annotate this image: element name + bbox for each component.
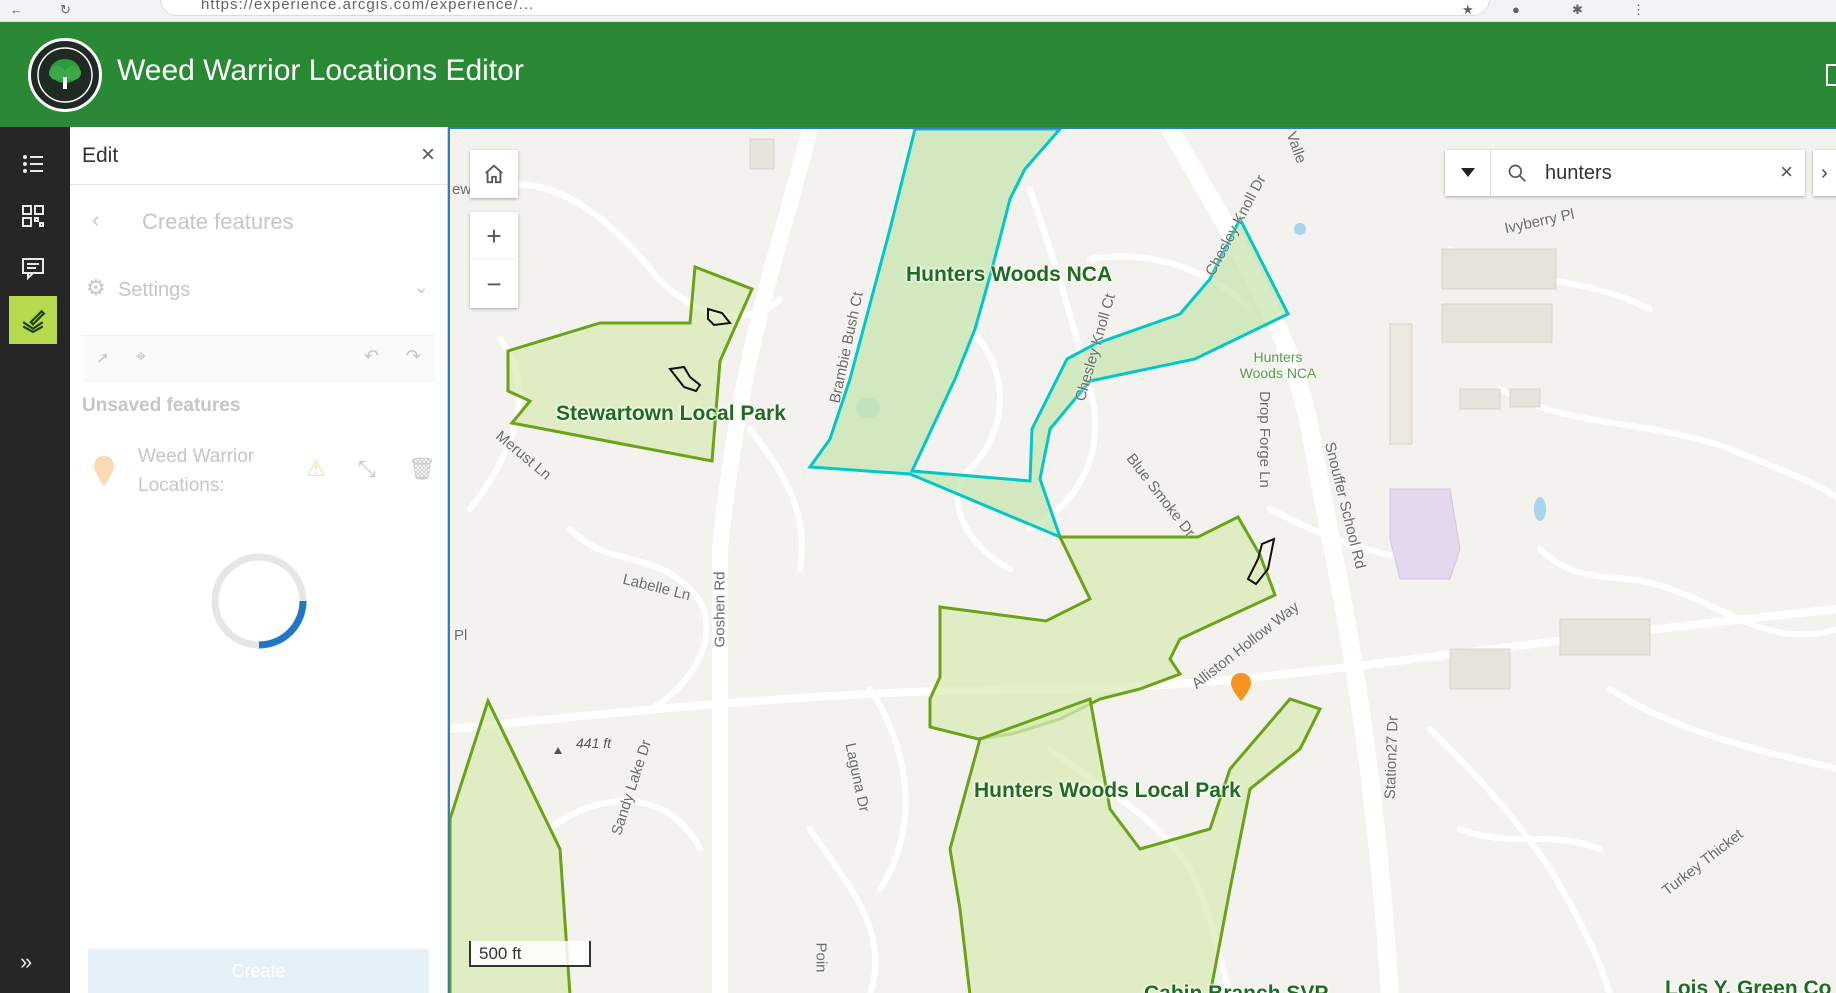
caret-down-icon <box>1460 168 1475 177</box>
panel-title: Edit <box>82 144 119 167</box>
back-chevron-icon[interactable]: ‹ <box>92 207 99 233</box>
chevron-down-icon: ⌄ <box>413 277 429 297</box>
unsaved-feature-item[interactable]: Weed Warrior Locations: ⚠ ⤡ 🗑 <box>82 442 436 512</box>
profile-icon[interactable]: ● <box>1512 2 1520 17</box>
home-button[interactable] <box>470 150 518 198</box>
address-text: https://experience.arcgis.com/experience… <box>201 0 535 13</box>
close-icon[interactable]: × <box>421 141 435 169</box>
settings-label: Settings <box>118 279 191 301</box>
loading-spinner <box>211 553 307 649</box>
zoom-to-icon[interactable]: ⤡ <box>358 456 376 482</box>
zoom-out-button[interactable]: − <box>470 260 518 308</box>
search-source-dropdown[interactable] <box>1445 150 1491 196</box>
label-lois-y-green: Lois Y. Green Co <box>1665 977 1832 993</box>
edit-panel: Edit × ‹ Create features ⚙ Settings ⌄ ➚ … <box>70 127 448 993</box>
search-submit-button[interactable]: › <box>1813 150 1836 196</box>
scale-bar-label: 500 ft <box>479 944 522 963</box>
edit-pencil-icon <box>22 309 46 333</box>
qr-grid-icon <box>22 205 44 227</box>
street-ew: ew <box>452 181 472 198</box>
clear-search-icon[interactable]: × <box>1780 159 1793 185</box>
label-cabin-branch: Cabin Branch SVP <box>1144 982 1328 993</box>
header-overflow-icon[interactable] <box>1826 64 1836 86</box>
edit-toolbar: ➚ ⌖ ↶ ↷ <box>82 335 435 381</box>
qr-grid-button[interactable] <box>9 192 57 240</box>
address-bar[interactable]: https://experience.arcgis.com/experience… <box>160 0 1490 16</box>
warning-icon: ⚠ <box>306 456 326 481</box>
extensions-icon[interactable]: ✱ <box>1572 2 1583 18</box>
search-input[interactable] <box>1545 162 1745 185</box>
label-stewartown-local-park: Stewartown Local Park <box>556 402 786 425</box>
back-icon[interactable]: ← <box>10 2 23 17</box>
create-button[interactable]: Create <box>88 949 429 993</box>
gear-icon: ⚙ <box>86 275 106 300</box>
unsaved-features-heading: Unsaved features <box>82 395 241 416</box>
label-hunters-woods-local-park: Hunters Woods Local Park <box>974 779 1241 802</box>
edit-button[interactable] <box>9 296 57 344</box>
action-bar: » <box>0 127 70 993</box>
scale-bar: 500 ft <box>469 941 591 967</box>
app-title: Weed Warrior Locations Editor <box>117 54 524 87</box>
zoom-in-button[interactable]: + <box>470 212 518 260</box>
map-view[interactable]: Hunters Woods NCA Stewartown Local Park … <box>448 127 1836 993</box>
browser-toolbar: ← ↻ https://experience.arcgis.com/experi… <box>0 0 1836 22</box>
montgomery-parks-logo <box>28 38 102 112</box>
spot-height-label: 441 ft <box>576 735 612 751</box>
plus-icon: + <box>486 220 502 251</box>
layer-list-icon <box>23 155 43 173</box>
street-station27-dr: Station27 Dr <box>1381 715 1402 800</box>
search-icon <box>1508 164 1526 182</box>
layer-list-button[interactable] <box>9 140 57 188</box>
create-features-header: ‹ Create features <box>82 207 435 237</box>
expand-actionbar-icon[interactable]: » <box>20 949 32 975</box>
redo-icon[interactable]: ↷ <box>406 346 421 367</box>
home-icon <box>485 164 503 184</box>
street-pl: Pl <box>454 627 468 644</box>
undo-icon[interactable]: ↶ <box>364 346 379 367</box>
feature-layer-label: Weed Warrior Locations: <box>138 446 255 496</box>
reload-icon[interactable]: ↻ <box>60 2 71 18</box>
trash-icon[interactable]: 🗑 <box>408 456 436 482</box>
point-marker-icon[interactable]: ⌖ <box>136 346 146 367</box>
school-building <box>1389 488 1461 580</box>
chat-button[interactable] <box>9 244 57 292</box>
menu-icon[interactable]: ⋮ <box>1632 2 1645 18</box>
street-drop-forge-ln: Drop Forge Ln <box>1255 391 1273 488</box>
marker-pin-icon <box>94 456 114 486</box>
minus-icon: − <box>486 268 502 299</box>
label-hunters-woods-nca: Hunters Woods NCA <box>906 263 1113 286</box>
street-goshen-rd: Goshen Rd <box>711 571 729 648</box>
small-label-hunters-woods-nca: Hunters Woods NCA <box>1239 349 1317 381</box>
chevron-right-icon: › <box>1821 161 1828 184</box>
settings-row[interactable]: ⚙ Settings ⌄ <box>82 275 435 305</box>
search-widget: × <box>1445 150 1805 196</box>
street-poin: Poin <box>812 942 830 973</box>
select-pointer-icon[interactable]: ➚ <box>96 348 109 368</box>
bookmark-star-icon[interactable]: ★ <box>1462 2 1474 18</box>
basemap <box>450 129 1836 993</box>
app-header: Weed Warrior Locations Editor <box>0 22 1836 127</box>
chat-icon <box>22 258 44 280</box>
edit-panel-header: Edit × <box>70 127 447 185</box>
create-features-title: Create features <box>142 209 294 234</box>
